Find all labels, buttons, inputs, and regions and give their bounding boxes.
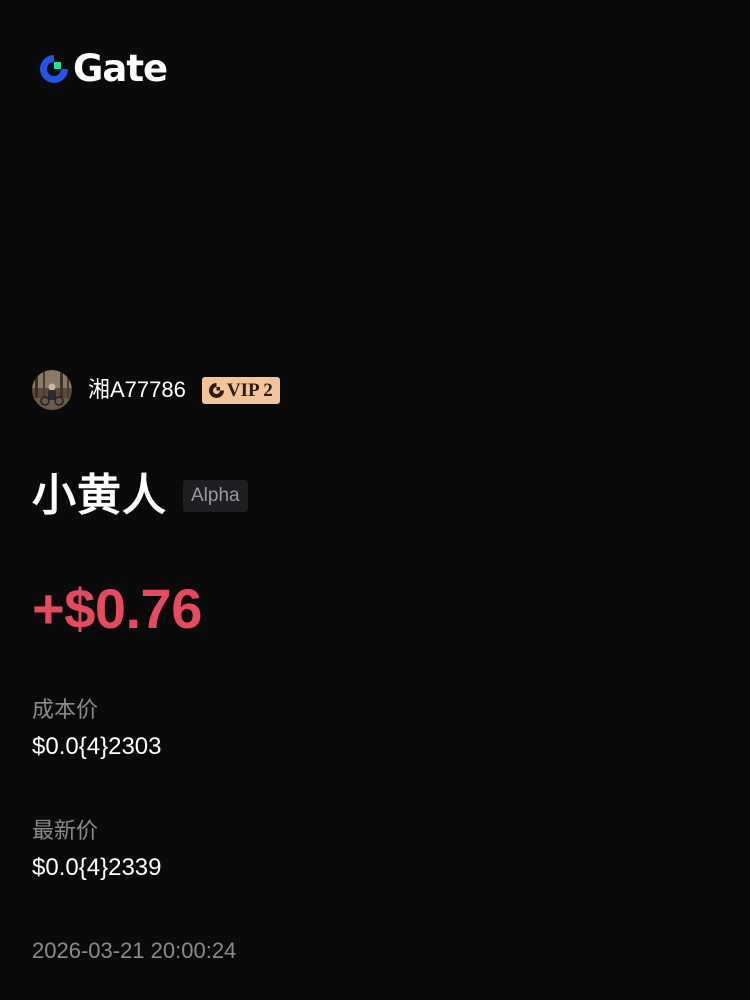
token-tag: Alpha [183, 480, 248, 512]
token-row: 小黄人 Alpha [32, 468, 248, 524]
gate-logo: Gate [36, 47, 168, 90]
gate-vip-icon [208, 382, 224, 398]
vip-level: VIP 2 [226, 379, 273, 401]
pnl-value: +$0.76 [32, 577, 202, 640]
timestamp: 2026-03-21 20:00:24 [32, 938, 237, 963]
cost-price-label: 成本价 [32, 697, 99, 722]
token-name: 小黄人 [32, 471, 167, 520]
user-row: 湘A77786 VIP 2 [32, 370, 280, 410]
username: 湘A77786 [88, 377, 186, 402]
gate-logo-text: Gate [73, 47, 168, 90]
gate-logo-icon [40, 55, 68, 83]
last-price-label: 最新价 [32, 818, 99, 843]
avatar [32, 370, 72, 410]
cost-price-value: $0.0{4}2303 [32, 733, 162, 760]
last-price-value: $0.0{4}2339 [32, 854, 162, 881]
vip-badge: VIP 2 [201, 376, 280, 404]
